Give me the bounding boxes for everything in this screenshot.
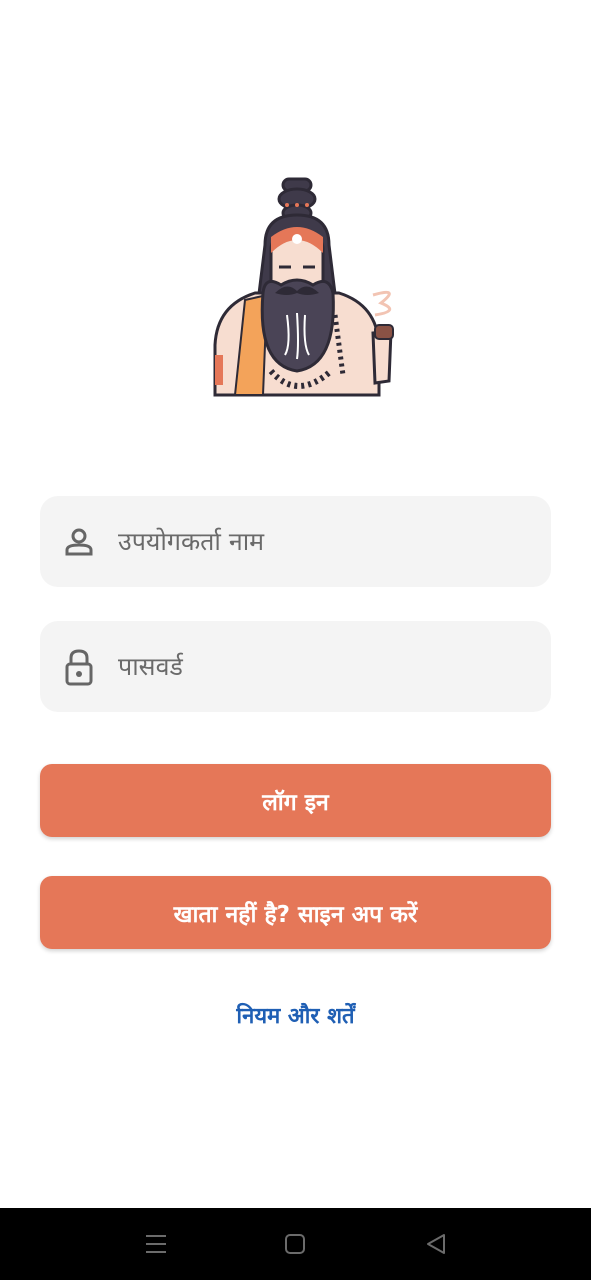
- app-logo: [205, 175, 415, 400]
- system-navigation-bar: [0, 1208, 591, 1280]
- back-icon[interactable]: [421, 1230, 451, 1258]
- signup-button[interactable]: खाता नहीं है? साइन अप करें: [40, 876, 551, 949]
- password-input[interactable]: [118, 652, 551, 681]
- menu-icon[interactable]: [141, 1230, 171, 1258]
- username-input[interactable]: [118, 527, 551, 556]
- terms-link[interactable]: नियम और शर्तें: [0, 1000, 591, 1030]
- username-field[interactable]: [40, 496, 551, 587]
- lock-icon: [64, 648, 94, 686]
- login-button[interactable]: लॉग इन: [40, 764, 551, 837]
- person-icon: [64, 523, 94, 561]
- password-field[interactable]: [40, 621, 551, 712]
- home-icon[interactable]: [280, 1230, 310, 1258]
